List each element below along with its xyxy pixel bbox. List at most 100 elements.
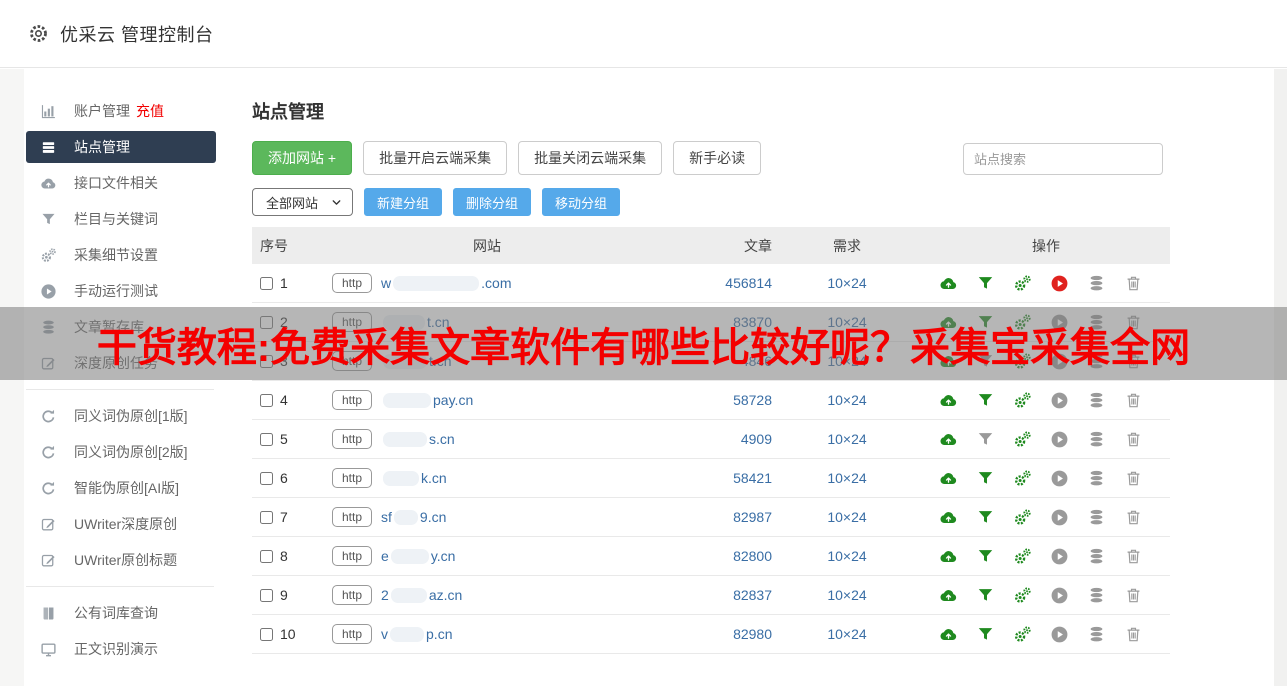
collect-settings-button[interactable] — [1012, 507, 1032, 527]
sidebar-item[interactable]: 采集细节设置 — [26, 239, 216, 271]
edit-icon — [40, 516, 57, 533]
cloud-collect-button[interactable] — [938, 468, 958, 488]
site-domain-link[interactable]: k.cn — [381, 470, 447, 486]
cloud-collect-button[interactable] — [938, 585, 958, 605]
sidebar-item[interactable]: 栏目与关键词 — [26, 203, 216, 235]
article-count[interactable]: 456814 — [652, 275, 772, 291]
filter-button[interactable] — [975, 273, 995, 293]
recharge-link[interactable]: 充值 — [136, 101, 164, 121]
new-group-button[interactable]: 新建分组 — [364, 188, 442, 216]
site-domain-link[interactable]: 2az.cn — [381, 587, 462, 603]
run-button[interactable] — [1049, 507, 1069, 527]
sidebar-item[interactable]: 站点管理 — [26, 131, 216, 163]
collect-settings-button[interactable] — [1012, 273, 1032, 293]
sidebar-item[interactable]: 正文识别演示 — [26, 633, 216, 665]
sidebar-item[interactable]: UWriter原创标题 — [26, 544, 216, 576]
run-button[interactable] — [1049, 273, 1069, 293]
row-checkbox[interactable] — [260, 511, 273, 524]
delete-site-button[interactable] — [1123, 273, 1143, 293]
delete-site-button[interactable] — [1123, 429, 1143, 449]
row-checkbox[interactable] — [260, 628, 273, 641]
site-domain-link[interactable]: w.com — [381, 275, 511, 291]
row-checkbox[interactable] — [260, 589, 273, 602]
newbie-guide-button[interactable]: 新手必读 — [673, 141, 761, 175]
app-title: 优采云 管理控制台 — [60, 21, 214, 47]
sidebar-item[interactable]: 公有词库查询 — [26, 597, 216, 629]
row-checkbox[interactable] — [260, 277, 273, 290]
sidebar-divider — [26, 389, 214, 390]
article-count[interactable]: 82800 — [652, 548, 772, 564]
sidebar-item[interactable]: 账户管理充值 — [26, 95, 216, 127]
collect-settings-button[interactable] — [1012, 390, 1032, 410]
article-storage-button[interactable] — [1086, 429, 1106, 449]
site-domain-link[interactable]: vp.cn — [381, 626, 452, 642]
article-count[interactable]: 58421 — [652, 470, 772, 486]
move-group-button[interactable]: 移动分组 — [542, 188, 620, 216]
filter-button[interactable] — [975, 507, 995, 527]
row-checkbox[interactable] — [260, 433, 273, 446]
blurred-domain-segment — [391, 549, 429, 564]
filter-button[interactable] — [975, 390, 995, 410]
collect-settings-button[interactable] — [1012, 546, 1032, 566]
collect-settings-button[interactable] — [1012, 468, 1032, 488]
collect-settings-button[interactable] — [1012, 585, 1032, 605]
article-count[interactable]: 4909 — [652, 431, 772, 447]
sidebar-item[interactable]: 同义词伪原创[2版] — [26, 436, 216, 468]
delete-site-button[interactable] — [1123, 507, 1143, 527]
collect-settings-button[interactable] — [1012, 624, 1032, 644]
cloud-collect-button[interactable] — [938, 429, 958, 449]
cloud-collect-button[interactable] — [938, 390, 958, 410]
article-count[interactable]: 82837 — [652, 587, 772, 603]
sidebar-item[interactable]: 同义词伪原创[1版] — [26, 400, 216, 432]
delete-site-button[interactable] — [1123, 468, 1143, 488]
add-site-button[interactable]: 添加网站 + — [252, 141, 352, 175]
site-domain-link[interactable]: s.cn — [381, 431, 455, 447]
collect-settings-button[interactable] — [1012, 429, 1032, 449]
article-count[interactable]: 82987 — [652, 509, 772, 525]
sidebar-item[interactable]: 智能伪原创[AI版] — [26, 472, 216, 504]
article-storage-button[interactable] — [1086, 273, 1106, 293]
cloud-collect-button[interactable] — [938, 273, 958, 293]
site-domain-link[interactable]: sf9.cn — [381, 509, 446, 525]
article-storage-button[interactable] — [1086, 468, 1106, 488]
cloud-collect-button[interactable] — [938, 624, 958, 644]
filter-button[interactable] — [975, 468, 995, 488]
batch-open-cloud-button[interactable]: 批量开启云端采集 — [363, 141, 507, 175]
row-checkbox[interactable] — [260, 472, 273, 485]
article-storage-button[interactable] — [1086, 546, 1106, 566]
article-storage-button[interactable] — [1086, 390, 1106, 410]
row-checkbox[interactable] — [260, 550, 273, 563]
site-search-input[interactable] — [963, 143, 1163, 175]
filter-button[interactable] — [975, 429, 995, 449]
run-button[interactable] — [1049, 624, 1069, 644]
delete-group-button[interactable]: 删除分组 — [453, 188, 531, 216]
filter-button[interactable] — [975, 624, 995, 644]
batch-close-cloud-button[interactable]: 批量关闭云端采集 — [518, 141, 662, 175]
article-count[interactable]: 58728 — [652, 392, 772, 408]
run-button[interactable] — [1049, 468, 1069, 488]
group-filter-select[interactable]: 全部网站 — [252, 188, 353, 216]
sidebar-item[interactable]: 手动运行测试 — [26, 275, 216, 307]
filter-button[interactable] — [975, 546, 995, 566]
article-count[interactable]: 82980 — [652, 626, 772, 642]
run-button[interactable] — [1049, 390, 1069, 410]
run-button[interactable] — [1049, 429, 1069, 449]
cloud-collect-button[interactable] — [938, 546, 958, 566]
delete-site-button[interactable] — [1123, 546, 1143, 566]
article-storage-button[interactable] — [1086, 624, 1106, 644]
row-checkbox[interactable] — [260, 394, 273, 407]
delete-site-button[interactable] — [1123, 624, 1143, 644]
article-storage-button[interactable] — [1086, 507, 1106, 527]
run-button[interactable] — [1049, 585, 1069, 605]
funnel-icon — [976, 469, 995, 488]
delete-site-button[interactable] — [1123, 390, 1143, 410]
cloud-collect-button[interactable] — [938, 507, 958, 527]
article-storage-button[interactable] — [1086, 585, 1106, 605]
site-domain-link[interactable]: ey.cn — [381, 548, 455, 564]
run-button[interactable] — [1049, 546, 1069, 566]
sidebar-item[interactable]: 接口文件相关 — [26, 167, 216, 199]
site-domain-link[interactable]: pay.cn — [381, 392, 473, 408]
delete-site-button[interactable] — [1123, 585, 1143, 605]
sidebar-item[interactable]: UWriter深度原创 — [26, 508, 216, 540]
filter-button[interactable] — [975, 585, 995, 605]
